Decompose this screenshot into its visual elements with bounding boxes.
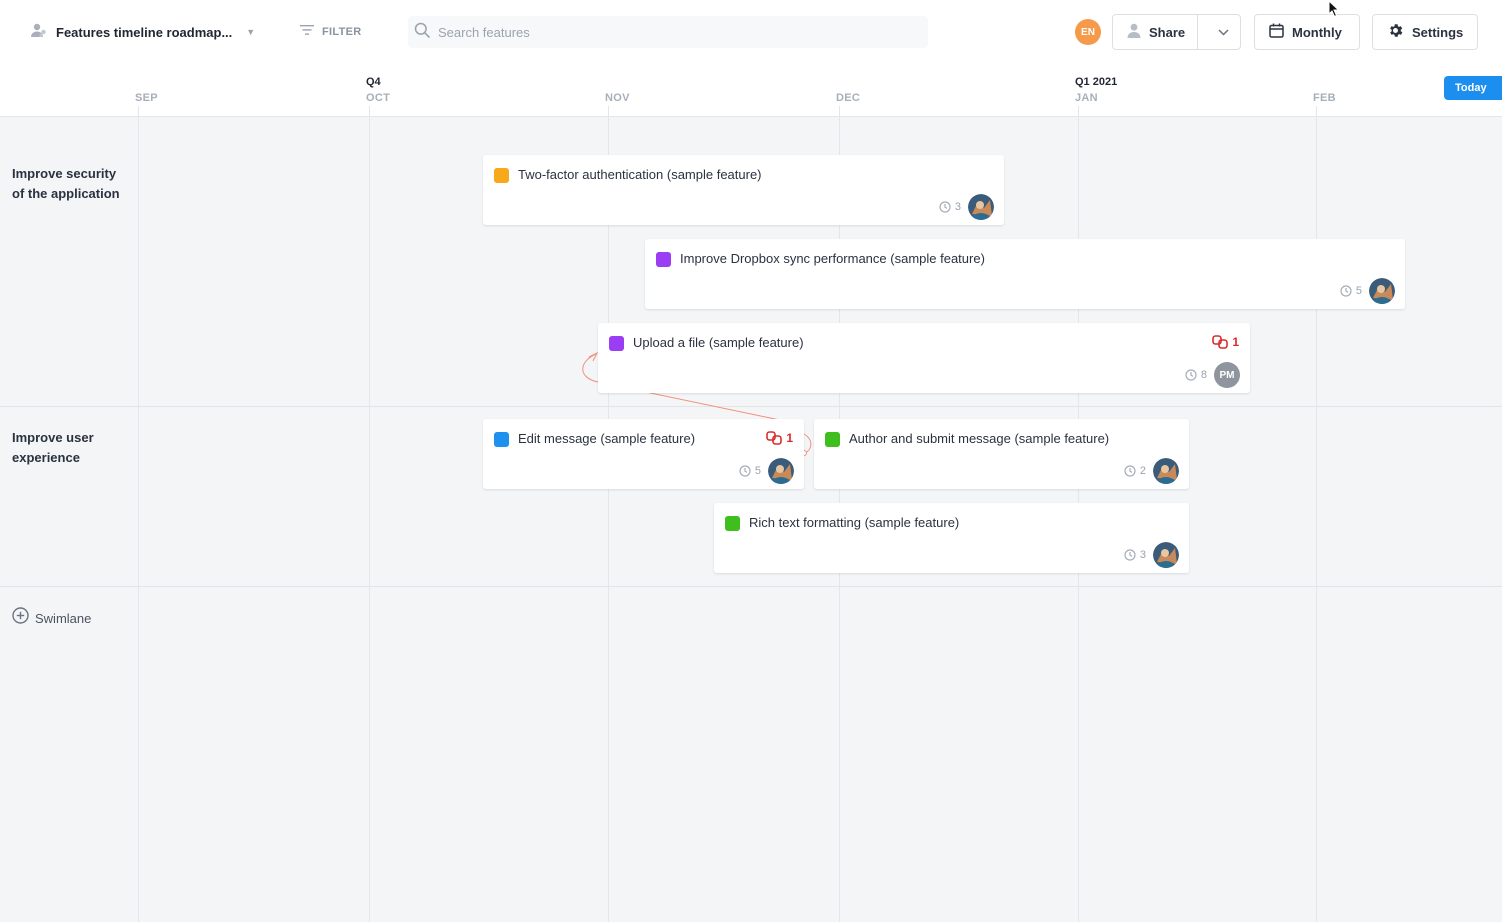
owner-avatar[interactable] — [1369, 278, 1395, 304]
dependency-count: 1 — [786, 431, 793, 445]
feature-count: 3 — [1139, 549, 1146, 561]
feature-title: Rich text formatting (sample feature) — [749, 515, 960, 530]
clock-icon — [1340, 285, 1352, 297]
feature-color-swatch — [494, 168, 509, 183]
feature-color-swatch — [494, 432, 509, 447]
roadmap-app: Features timeline roadmap... ▼ FILTER Se… — [0, 0, 1502, 922]
feature-meta: 3 — [939, 194, 994, 220]
feature-meta: 8 PM — [1185, 362, 1240, 388]
link-icon — [766, 431, 783, 445]
feature-color-swatch — [725, 516, 740, 531]
feature-title: Author and submit message (sample featur… — [849, 431, 1110, 446]
clock-icon — [1185, 369, 1197, 381]
feature-card[interactable]: Upload a file (sample feature) 1 8 PM — [598, 323, 1250, 393]
feature-meta: 3 — [1124, 542, 1179, 568]
feature-count: 3 — [954, 201, 961, 213]
feature-card[interactable]: Two-factor authentication (sample featur… — [483, 155, 1004, 225]
dependency-badge[interactable]: 1 — [766, 431, 793, 445]
owner-avatar[interactable] — [968, 194, 994, 220]
feature-meta: 5 — [739, 458, 794, 484]
clock-icon — [1124, 549, 1136, 561]
feature-card[interactable]: Author and submit message (sample featur… — [814, 419, 1189, 489]
owner-avatar[interactable] — [1153, 542, 1179, 568]
feature-count: 2 — [1139, 465, 1146, 477]
owner-avatar[interactable] — [768, 458, 794, 484]
feature-count: 8 — [1200, 369, 1207, 381]
feature-card[interactable]: Improve Dropbox sync performance (sample… — [645, 239, 1405, 309]
feature-count: 5 — [1355, 285, 1362, 297]
clock-icon — [739, 465, 751, 477]
feature-color-swatch — [825, 432, 840, 447]
feature-meta: 2 — [1124, 458, 1179, 484]
feature-title: Upload a file (sample feature) — [633, 335, 804, 350]
feature-meta: 5 — [1340, 278, 1395, 304]
clock-icon — [939, 201, 951, 213]
mouse-cursor-icon — [1328, 0, 1340, 18]
feature-card[interactable]: Rich text formatting (sample feature) 3 — [714, 503, 1189, 573]
feature-title: Two-factor authentication (sample featur… — [518, 167, 762, 182]
feature-title: Improve Dropbox sync performance (sample… — [680, 251, 985, 266]
feature-count: 5 — [754, 465, 761, 477]
link-icon — [1212, 335, 1229, 349]
owner-avatar[interactable]: PM — [1214, 362, 1240, 388]
feature-card[interactable]: Edit message (sample feature) 1 5 — [483, 419, 804, 489]
dependency-count: 1 — [1232, 335, 1239, 349]
dependency-badge[interactable]: 1 — [1212, 335, 1239, 349]
owner-avatar[interactable] — [1153, 458, 1179, 484]
feature-color-swatch — [656, 252, 671, 267]
clock-icon — [1124, 465, 1136, 477]
feature-color-swatch — [609, 336, 624, 351]
feature-title: Edit message (sample feature) — [518, 431, 696, 446]
